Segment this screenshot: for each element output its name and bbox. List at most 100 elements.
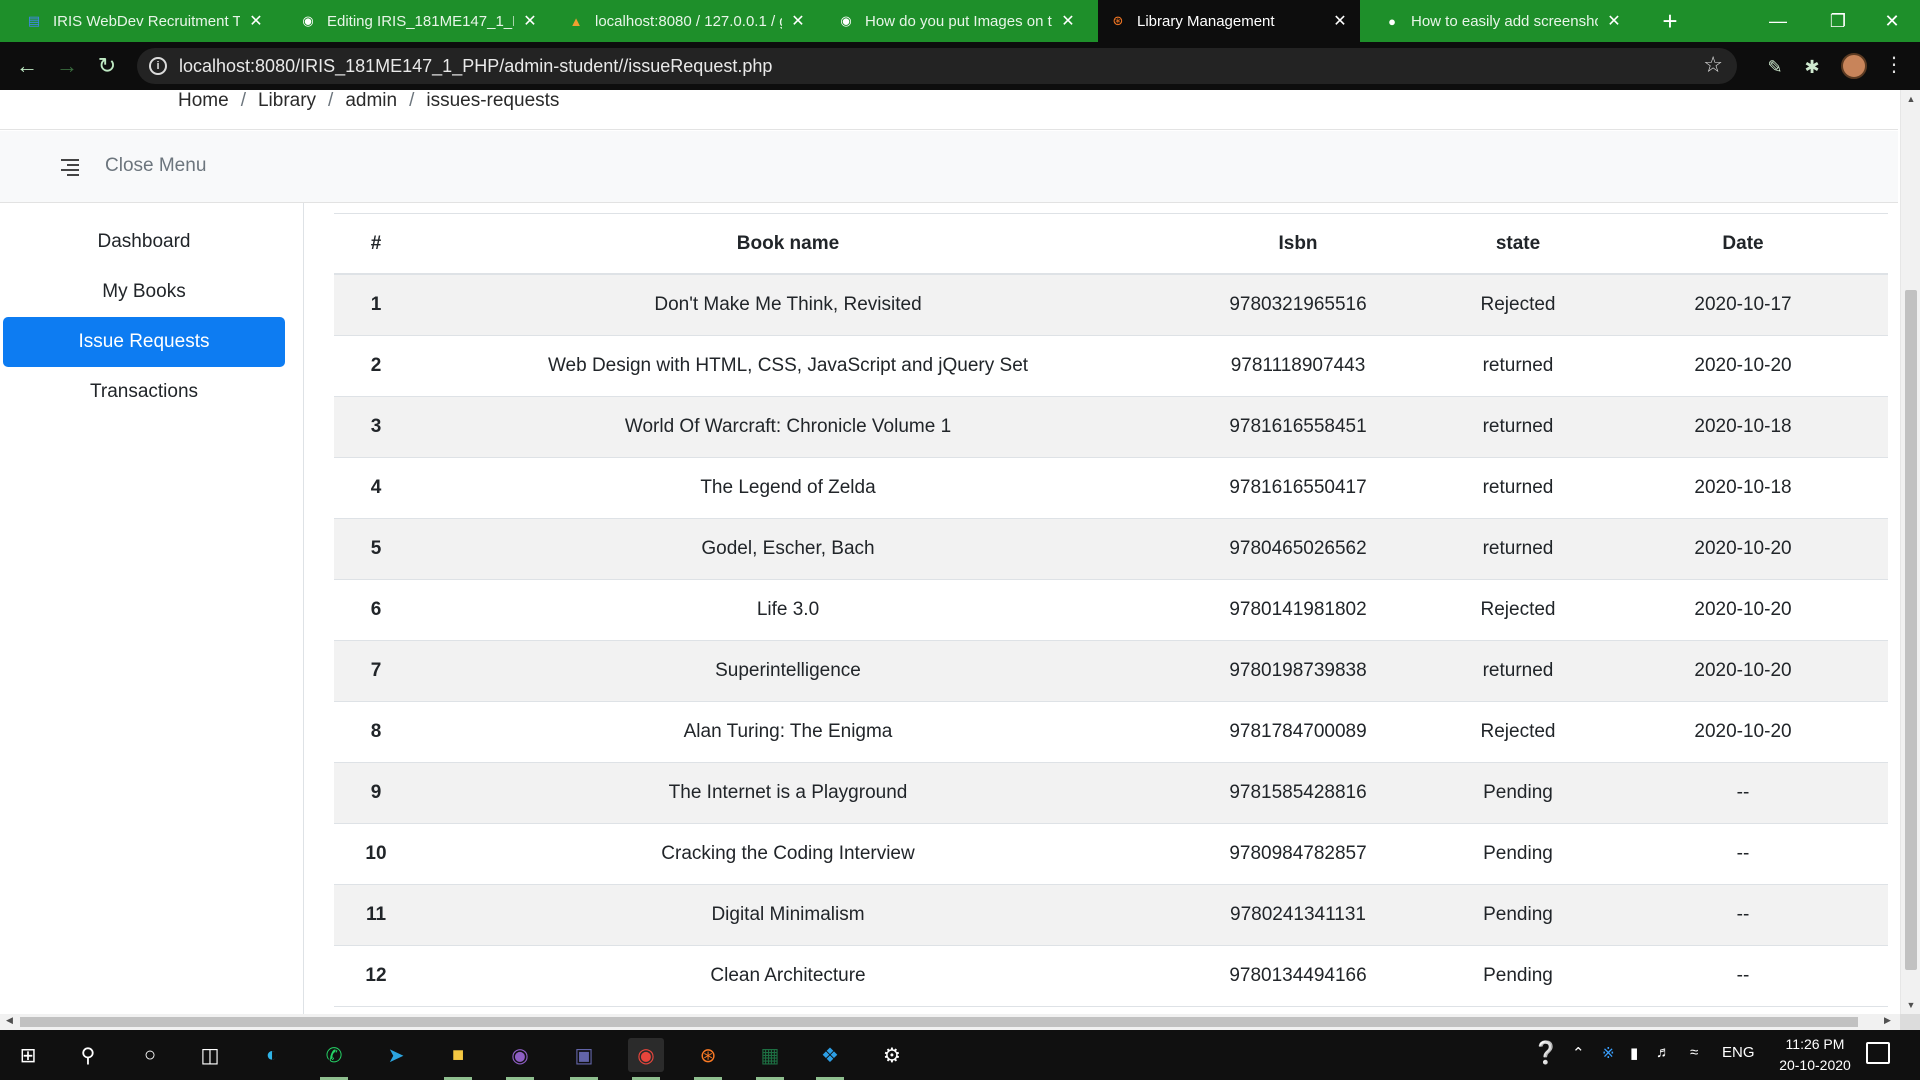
close-window-button[interactable]: ✕ [1862, 0, 1920, 42]
extension-pen-icon[interactable]: ✎ [1764, 56, 1786, 78]
url-text[interactable]: localhost:8080/IRIS_181ME147_1_PHP/admin… [179, 56, 772, 77]
header-book-name: Book name [418, 214, 1158, 275]
sidebar-item-transactions[interactable]: Transactions [3, 367, 285, 417]
header-number: # [334, 214, 418, 275]
cortana-icon[interactable]: ○ [132, 1038, 168, 1072]
sidebar-item-my-books[interactable]: My Books [3, 267, 285, 317]
back-arrow-icon[interactable]: ← [10, 50, 44, 82]
row-number: 2 [334, 335, 418, 397]
date-cell: 2020-10-20 [1598, 701, 1888, 763]
state-cell: returned [1438, 640, 1598, 702]
scroll-down-arrow-icon[interactable]: ▼ [1901, 1000, 1920, 1010]
browser-menu-icon[interactable]: ⋮ [1884, 52, 1904, 77]
header-date: Date [1598, 214, 1888, 275]
table-row: 7 Superintelligence 9780198739838 returned 2… [334, 640, 1888, 702]
tab-close-icon[interactable]: ✕ [1604, 11, 1624, 31]
horizontal-scroll-thumb[interactable] [20, 1017, 1858, 1027]
tab-close-icon[interactable]: ✕ [1330, 11, 1350, 31]
windows-start-icon[interactable]: ⊞ [10, 1038, 46, 1072]
browser-tab[interactable]: ▲ localhost:8080 / 127.0.0.1 / g ✕ [556, 0, 818, 42]
xampp-icon[interactable]: ⊛ [690, 1038, 726, 1080]
address-bar[interactable]: i localhost:8080/IRIS_181ME147_1_PHP/adm… [137, 48, 1737, 84]
tab-close-icon[interactable]: ✕ [788, 11, 808, 31]
date-cell: 2020-10-20 [1598, 640, 1888, 702]
hamburger-menu-icon[interactable] [61, 159, 79, 176]
site-info-icon[interactable]: i [149, 57, 167, 75]
excel-icon[interactable]: ▦ [752, 1038, 788, 1080]
browser-tab[interactable]: ▤ IRIS WebDev Recruitment Ta ✕ [14, 0, 276, 42]
table-header-row: # Book name Isbn state Date [334, 214, 1888, 275]
state-cell: returned [1438, 518, 1598, 580]
edge-icon[interactable]: ◐ [254, 1038, 290, 1072]
row-number: 4 [334, 457, 418, 519]
tab-close-icon[interactable]: ✕ [246, 11, 266, 31]
bluetooth-icon[interactable]: ※ [1602, 1044, 1615, 1062]
table-row: 1 Don't Make Me Think, Revisited 978032196… [334, 274, 1888, 336]
search-icon[interactable]: ⚲ [70, 1038, 106, 1072]
breadcrumb-home[interactable]: Home [178, 90, 229, 112]
restore-window-button[interactable]: ❐ [1808, 0, 1868, 42]
github-desktop-icon[interactable]: ◉ [502, 1038, 538, 1080]
wifi-icon[interactable]: ≈ [1690, 1044, 1698, 1061]
book-name-cell: Digital Minimalism [418, 884, 1158, 946]
clock-date: 20-10-2020 [1779, 1057, 1851, 1073]
horizontal-scrollbar[interactable]: ◀ ▶ [0, 1014, 1900, 1030]
date-cell: -- [1598, 884, 1888, 946]
vertical-scrollbar[interactable]: ▲ ▼ [1900, 90, 1920, 1014]
browser-tab-strip: ▤ IRIS WebDev Recruitment Ta ✕ ◉ Editing IRI… [0, 0, 1920, 42]
sidebar-item-dashboard[interactable]: Dashboard [3, 217, 285, 267]
scroll-left-arrow-icon[interactable]: ◀ [6, 1015, 13, 1026]
tab-close-icon[interactable]: ✕ [1058, 11, 1078, 31]
notifications-icon[interactable] [1866, 1042, 1890, 1064]
help-icon[interactable]: ❔ [1532, 1040, 1559, 1066]
vertical-scroll-thumb[interactable] [1905, 290, 1917, 970]
whatsapp-icon[interactable]: ✆ [316, 1038, 352, 1080]
language-indicator[interactable]: ENG [1722, 1044, 1755, 1061]
browser-tab[interactable]: ◉ Editing IRIS_181ME147_1_PH ✕ [288, 0, 550, 42]
breadcrumb-admin[interactable]: admin [345, 90, 397, 112]
row-number: 7 [334, 640, 418, 702]
reload-icon[interactable]: ↻ [90, 50, 124, 82]
telegram-icon[interactable]: ➤ [378, 1038, 414, 1072]
system-clock[interactable]: 11:26 PM 20-10-2020 [1760, 1034, 1870, 1076]
sidebar: Dashboard My Books Issue Requests Transa… [0, 203, 304, 1014]
browser-tab[interactable]: ● How to easily add screensho ✕ [1372, 0, 1634, 42]
browser-tab[interactable]: ◉ How do you put Images on t ✕ [826, 0, 1088, 42]
battery-icon[interactable]: ▮ [1630, 1044, 1638, 1062]
sidebar-item-issue-requests[interactable]: Issue Requests [3, 317, 285, 367]
table-row: 6 Life 3.0 9780141981802 Rejected 2020-10-20 [334, 579, 1888, 641]
row-number: 9 [334, 762, 418, 824]
scroll-right-arrow-icon[interactable]: ▶ [1884, 1015, 1891, 1026]
book-name-cell: Life 3.0 [418, 579, 1158, 641]
clock-time: 11:26 PM [1785, 1036, 1845, 1052]
tab-close-icon[interactable]: ✕ [520, 11, 540, 31]
profile-avatar[interactable] [1841, 53, 1867, 79]
scroll-up-arrow-icon[interactable]: ▲ [1901, 94, 1920, 104]
vscode-icon[interactable]: ❖ [812, 1038, 848, 1080]
extensions-puzzle-icon[interactable]: ✱ [1801, 56, 1823, 78]
task-view-icon[interactable]: ◫ [192, 1038, 228, 1072]
teams-icon[interactable]: ▣ [566, 1038, 602, 1080]
state-cell: Pending [1438, 823, 1598, 885]
show-hidden-icons-chevron-icon[interactable]: ⌃ [1572, 1044, 1585, 1062]
date-cell: 2020-10-20 [1598, 335, 1888, 397]
browser-tab[interactable]: ⊛ Library Management ✕ [1098, 0, 1360, 42]
state-cell: returned [1438, 457, 1598, 519]
row-number: 6 [334, 579, 418, 641]
isbn-cell: 9780241341131 [1158, 884, 1438, 946]
github-icon: ◉ [302, 13, 314, 28]
breadcrumb: Home / Library / admin / issues-requests [178, 90, 559, 112]
file-explorer-icon[interactable]: ■ [440, 1038, 476, 1080]
chrome-icon[interactable]: ◉ [628, 1038, 664, 1080]
breadcrumb-library[interactable]: Library [258, 90, 316, 112]
date-cell: 2020-10-20 [1598, 518, 1888, 580]
new-tab-button[interactable]: + [1655, 6, 1685, 37]
close-menu-button[interactable]: Close Menu [105, 155, 206, 177]
book-name-cell: Godel, Escher, Bach [418, 518, 1158, 580]
settings-icon[interactable]: ⚙ [874, 1038, 910, 1072]
bookmark-star-icon[interactable]: ☆ [1703, 52, 1723, 78]
state-cell: Rejected [1438, 701, 1598, 763]
volume-icon[interactable]: ♬ [1656, 1044, 1671, 1061]
forward-arrow-icon[interactable]: → [50, 50, 84, 82]
minimize-window-button[interactable]: — [1748, 0, 1808, 42]
